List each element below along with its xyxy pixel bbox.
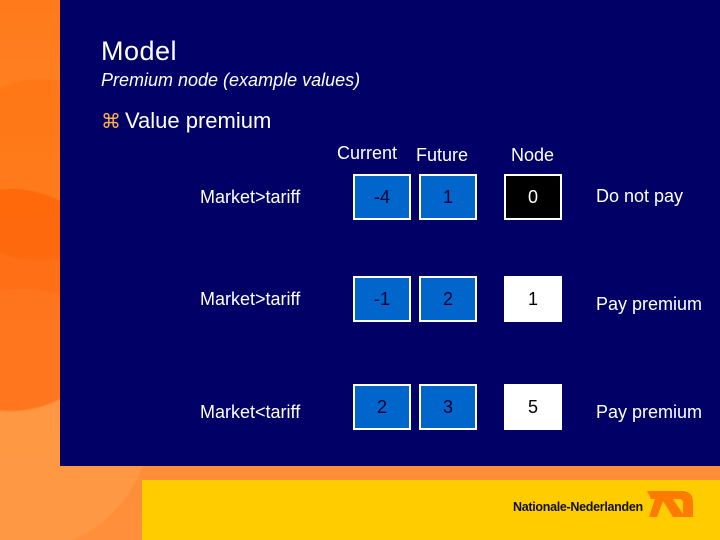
brand-name: Nationale-Nederlanden: [513, 500, 643, 514]
decision-label: Do not pay: [596, 186, 684, 206]
row-label: Market>tariff: [200, 289, 301, 309]
nn-logo-icon: [647, 491, 693, 517]
decision-label: Pay premium: [596, 402, 703, 422]
slide-subtitle: Premium node (example values): [101, 70, 361, 90]
node-value-cell: 0: [504, 174, 562, 220]
decision-label: Pay premium: [596, 294, 703, 314]
header-future: Future: [416, 145, 469, 165]
current-value-cell: -4: [353, 174, 411, 220]
future-value-cell: 1: [419, 174, 477, 220]
node-value-cell: 1: [504, 276, 562, 322]
bullet-text: Value premium: [125, 108, 272, 133]
row-label: Market>tariff: [200, 187, 301, 207]
header-current: Current: [337, 143, 398, 163]
current-value-cell: 2: [353, 384, 411, 430]
node-value-cell: 5: [504, 384, 562, 430]
future-value-cell: 2: [419, 276, 477, 322]
future-value-cell: 3: [419, 384, 477, 430]
bullet-item: ⌘ Value premium: [101, 108, 271, 134]
current-value-cell: -1: [353, 276, 411, 322]
row-label: Market<tariff: [200, 402, 301, 422]
command-bullet-icon: ⌘: [101, 110, 121, 133]
header-node: Node: [511, 145, 555, 165]
slide-title: Model: [101, 36, 178, 66]
